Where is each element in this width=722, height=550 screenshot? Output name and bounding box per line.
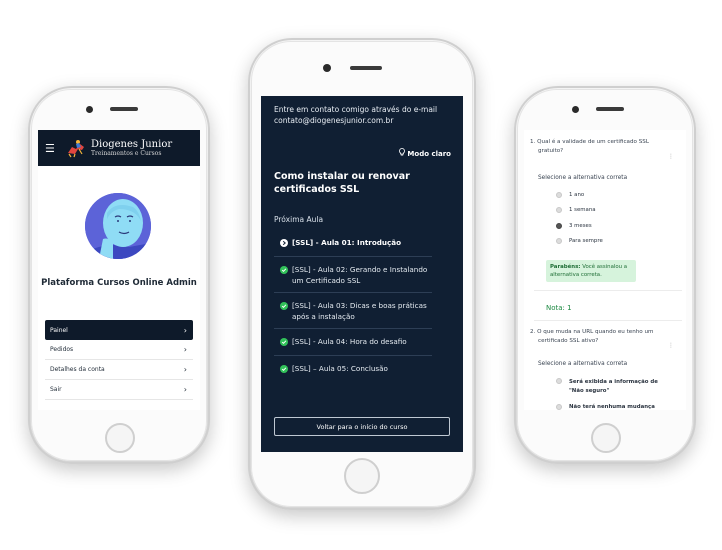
lesson-title: [SSL] - Aula 02: Gerando e Instalando um… (292, 265, 428, 285)
light-mode-toggle[interactable]: Modo claro (399, 148, 451, 158)
contact-line: Entre em contato comigo através do e-mai… (274, 105, 438, 114)
front-camera (86, 106, 93, 113)
check-circle-icon (280, 302, 292, 313)
lesson-title: [SSL] – Aula 05: Conclusão (292, 364, 388, 373)
logo-line1: Diogenes Junior (91, 138, 173, 150)
option-line: "Não seguro" (569, 388, 610, 394)
option-label: 1 ano (569, 192, 585, 198)
feedback-text: Você assinalou a (582, 264, 628, 270)
option-line: Será exibida a informação de (569, 379, 658, 385)
phone-admin-panel: ☰ Diogenes Junior Treinamentos e Cursos (28, 86, 210, 464)
divider (534, 320, 682, 321)
site-header: ☰ Diogenes Junior Treinamentos e Cursos (38, 130, 200, 166)
course-title: Como instalar ou renovar certificados SS… (274, 171, 410, 195)
chevron-right-icon: › (183, 385, 187, 394)
radio-option[interactable] (556, 207, 562, 213)
lesson-list: [SSL] - Aula 01: Introdução [SSL] - Aula… (274, 230, 432, 382)
question-text: certificado SSL ativo? (538, 338, 599, 344)
avatar (85, 193, 151, 259)
check-circle-icon (280, 338, 292, 349)
front-camera (323, 64, 331, 72)
question-1: 1. Qual é a validade de um certificado S… (530, 138, 670, 156)
question-instruction: Selecione a alternativa correta (538, 361, 628, 367)
lesson-item[interactable]: [SSL] – Aula 05: Conclusão (274, 356, 432, 382)
question-2: 2. O que muda na URL quando eu tenho um … (530, 328, 670, 346)
lesson-item[interactable]: [SSL] - Aula 04: Hora do desafio (274, 329, 432, 356)
radio-option-selected[interactable] (556, 223, 562, 229)
question-number: 1. (530, 139, 536, 145)
account-menu: Painel › Pedidos › Detalhes da conta › S… (45, 320, 193, 400)
option-label: Será exibida a informação de "Não seguro… (569, 378, 658, 396)
menu-item-painel[interactable]: Painel › (45, 320, 193, 340)
play-circle-icon (280, 239, 292, 250)
chevron-right-icon: › (183, 345, 187, 354)
phone-screen: ☰ Diogenes Junior Treinamentos e Cursos (38, 130, 200, 410)
menu-item-label: Sair (50, 386, 62, 393)
logo-mark (65, 138, 87, 158)
menu-item-label: Detalhes da conta (50, 366, 105, 373)
question-instruction: Selecione a alternativa correta (538, 175, 628, 181)
menu-item-sair[interactable]: Sair › (45, 380, 193, 400)
quiz-score: Nota: 1 (546, 304, 572, 312)
lesson-item[interactable]: [SSL] - Aula 03: Dicas e boas práticas a… (274, 293, 432, 329)
mockup-stage: ☰ Diogenes Junior Treinamentos e Cursos (0, 0, 722, 550)
chevron-right-icon: › (183, 325, 187, 335)
contact-email-link[interactable]: contato@diogenesjunior.com.br (274, 116, 393, 125)
radio-option[interactable] (556, 192, 562, 198)
speaker-grille (350, 66, 382, 70)
lesson-title: [SSL] - Aula 01: Introdução (292, 238, 402, 247)
phone-screen: 1. Qual é a validade de um certificado S… (524, 130, 686, 410)
check-circle-icon (280, 266, 292, 277)
menu-item-detalhes-da-conta[interactable]: Detalhes da conta › (45, 360, 193, 380)
check-circle-icon (280, 365, 292, 376)
menu-item-pedidos[interactable]: Pedidos › (45, 340, 193, 360)
radio-option[interactable] (556, 378, 562, 384)
divider (534, 290, 682, 291)
question-text: gratuito? (538, 148, 564, 154)
lesson-item[interactable]: [SSL] - Aula 02: Gerando e Instalando um… (274, 257, 432, 293)
lesson-title: [SSL] - Aula 03: Dicas e boas práticas a… (292, 301, 427, 321)
feedback-text: alternativa correta. (550, 272, 602, 278)
phone-screen: Entre em contato comigo através do e-mai… (261, 96, 463, 452)
home-button[interactable] (344, 458, 380, 494)
lesson-item-current[interactable]: [SSL] - Aula 01: Introdução (274, 230, 432, 257)
more-options-icon[interactable]: ⋮ (668, 342, 674, 349)
speaker-grille (596, 107, 624, 111)
page-title: Plataforma Cursos Online Admin (41, 278, 197, 288)
horse-rider-logo-icon (68, 140, 84, 158)
question-text: Qual é a validade de um certificado SSL (537, 139, 649, 145)
logo-line2: Treinamentos e Cursos (91, 149, 162, 157)
phone-course-lessons: Entre em contato comigo através do e-mai… (248, 38, 476, 510)
radio-option[interactable] (556, 404, 562, 410)
light-mode-label: Modo claro (407, 150, 451, 158)
menu-item-label: Painel (50, 326, 68, 334)
avatar-illustration (85, 193, 151, 259)
hamburger-icon[interactable]: ☰ (45, 142, 59, 155)
phone-quiz: 1. Qual é a validade de um certificado S… (514, 86, 696, 464)
contact-text: Entre em contato comigo através do e-mai… (274, 104, 459, 126)
question-text: O que muda na URL quando eu tenho um (537, 329, 654, 335)
next-lesson-label: Próxima Aula (274, 215, 324, 224)
menu-item-label: Pedidos (50, 346, 74, 353)
lesson-title: [SSL] - Aula 04: Hora do desafio (292, 337, 407, 346)
option-label: Para sempre (569, 238, 603, 244)
home-button[interactable] (591, 423, 621, 453)
question-number: 2. (530, 329, 536, 335)
radio-option[interactable] (556, 238, 562, 244)
back-to-course-start-button[interactable]: Voltar para o início do curso (274, 417, 450, 436)
front-camera (572, 106, 579, 113)
speaker-grille (110, 107, 138, 111)
feedback-strong: Parabéns: (550, 264, 581, 270)
chevron-right-icon: › (183, 365, 187, 374)
more-options-icon[interactable]: ⋮ (668, 153, 674, 160)
logo-wordmark[interactable]: Diogenes Junior Treinamentos e Cursos (91, 138, 173, 157)
success-feedback: Parabéns: Você assinalou a alternativa c… (546, 260, 636, 282)
option-label: 1 semana (569, 207, 596, 213)
option-label: Não terá nenhuma mudança (569, 404, 655, 410)
home-button[interactable] (105, 423, 135, 453)
option-label: 3 meses (569, 223, 592, 229)
